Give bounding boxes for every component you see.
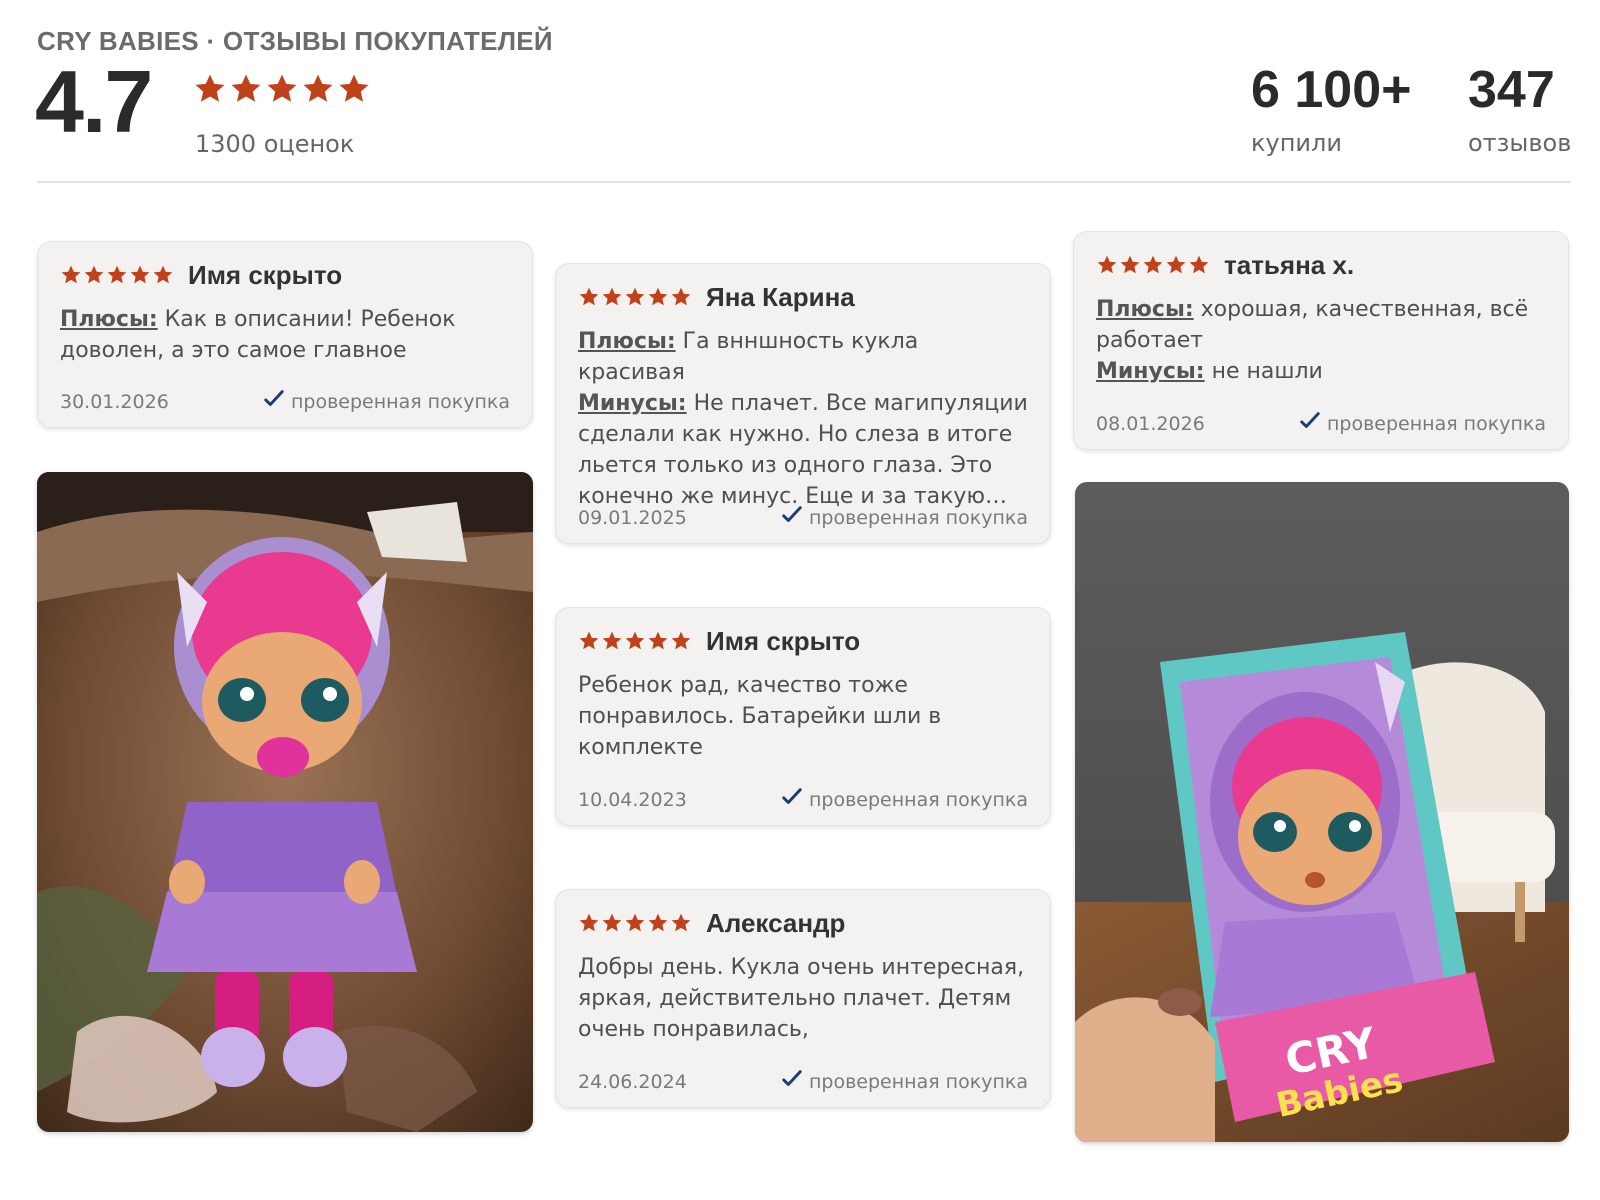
star-icon [130, 265, 150, 284]
review-text: Плюсы: Как в описании! Ребенок доволен, … [60, 304, 510, 366]
cons-label: Минусы: [578, 391, 687, 416]
reviews-label: отзывов [1468, 129, 1572, 158]
verified-badge: проверенная покупка [1299, 410, 1546, 437]
star-icon [339, 74, 369, 102]
review-text: Ребенок рад, качество тоже понравилось. … [578, 673, 942, 760]
cons-text: не нашли [1204, 359, 1323, 384]
reviews-value: 347 [1468, 61, 1555, 119]
review-photo-doll-box[interactable]: CRY Babies [1075, 482, 1569, 1142]
verified-badge: проверенная покупка [781, 786, 1028, 813]
review-text: Плюсы: Га внншность кукла красивая Минус… [578, 326, 1028, 512]
star-icon [61, 265, 81, 284]
rating-count: 1300 оценок [195, 130, 355, 158]
star-icon [625, 287, 645, 306]
star-icon [602, 913, 622, 932]
star-icon [648, 287, 668, 306]
star-icon [1189, 255, 1209, 274]
review-stars [1096, 254, 1210, 276]
review-photo-doll[interactable] [37, 472, 533, 1132]
review-card[interactable]: Александр Добры день. Кукла очень интере… [555, 889, 1051, 1108]
review-author: Яна Карина [706, 281, 855, 312]
star-icon [579, 913, 599, 932]
star-icon [267, 74, 297, 102]
review-card[interactable]: Имя скрыто Ребенок рад, качество тоже по… [555, 607, 1051, 826]
star-icon [648, 631, 668, 650]
review-card[interactable]: татьяна х. Плюсы: хорошая, качественная,… [1073, 231, 1569, 450]
star-icon [579, 287, 599, 306]
star-icon [671, 287, 691, 306]
reviews-stat[interactable]: 347 отзывов [1468, 61, 1572, 158]
star-icon [579, 631, 599, 650]
star-icon [153, 265, 173, 284]
cons-label: Минусы: [1096, 359, 1205, 384]
star-icon [671, 913, 691, 932]
review-date: 09.01.2025 [578, 506, 687, 529]
verified-label: проверенная покупка [808, 1070, 1028, 1093]
pros-label: Плюсы: [578, 329, 676, 354]
star-icon [107, 265, 127, 284]
checkmark-icon [781, 786, 803, 813]
verified-label: проверенная покупка [808, 788, 1028, 811]
verified-label: проверенная покупка [1326, 412, 1546, 435]
star-icon [195, 74, 225, 102]
star-icon [84, 265, 104, 284]
star-icon [602, 287, 622, 306]
review-stars [578, 630, 692, 652]
star-icon [1097, 255, 1117, 274]
review-text: Добры день. Кукла очень интересная, ярка… [578, 955, 1025, 1042]
verified-label: проверенная покупка [808, 506, 1028, 529]
checkmark-icon [263, 388, 285, 415]
star-icon [1166, 255, 1186, 274]
review-date: 24.06.2024 [578, 1070, 687, 1093]
doll-box-photo: CRY Babies [1075, 482, 1569, 1142]
checkmark-icon [781, 1068, 803, 1095]
average-rating: 4.7 [35, 52, 153, 151]
bought-value: 6 100+ [1251, 61, 1412, 119]
review-author: Имя скрыто [706, 625, 861, 656]
star-icon [625, 631, 645, 650]
review-author: татьяна х. [1224, 249, 1355, 280]
rating-stars [193, 72, 371, 106]
review-card[interactable]: Яна Карина Плюсы: Га внншность кукла кра… [555, 263, 1051, 544]
review-stars [578, 286, 692, 308]
star-icon [1143, 255, 1163, 274]
checkmark-icon [781, 504, 803, 531]
review-author: Имя скрыто [188, 259, 343, 290]
checkmark-icon [1299, 410, 1321, 437]
review-author: Александр [706, 907, 846, 938]
bought-label: купили [1251, 129, 1342, 158]
star-icon [625, 913, 645, 932]
star-icon [231, 74, 261, 102]
review-date: 30.01.2026 [60, 390, 169, 413]
star-icon [671, 631, 691, 650]
header-divider [37, 181, 1570, 183]
star-icon [1120, 255, 1140, 274]
verified-badge: проверенная покупка [781, 1068, 1028, 1095]
review-stars [578, 912, 692, 934]
verified-badge: проверенная покупка [263, 388, 510, 415]
review-date: 10.04.2023 [578, 788, 687, 811]
star-icon [303, 74, 333, 102]
pros-label: Плюсы: [1096, 297, 1194, 322]
review-date: 08.01.2026 [1096, 412, 1205, 435]
review-text: Плюсы: хорошая, качественная, всё работа… [1096, 294, 1546, 387]
star-icon [648, 913, 668, 932]
review-card[interactable]: Имя скрыто Плюсы: Как в описании! Ребено… [37, 241, 533, 428]
verified-label: проверенная покупка [290, 390, 510, 413]
bought-stat: 6 100+ купили [1251, 61, 1412, 158]
pros-label: Плюсы: [60, 307, 158, 332]
review-stars [60, 264, 174, 286]
verified-badge: проверенная покупка [781, 504, 1028, 531]
doll-photo [37, 472, 533, 1132]
star-icon [602, 631, 622, 650]
